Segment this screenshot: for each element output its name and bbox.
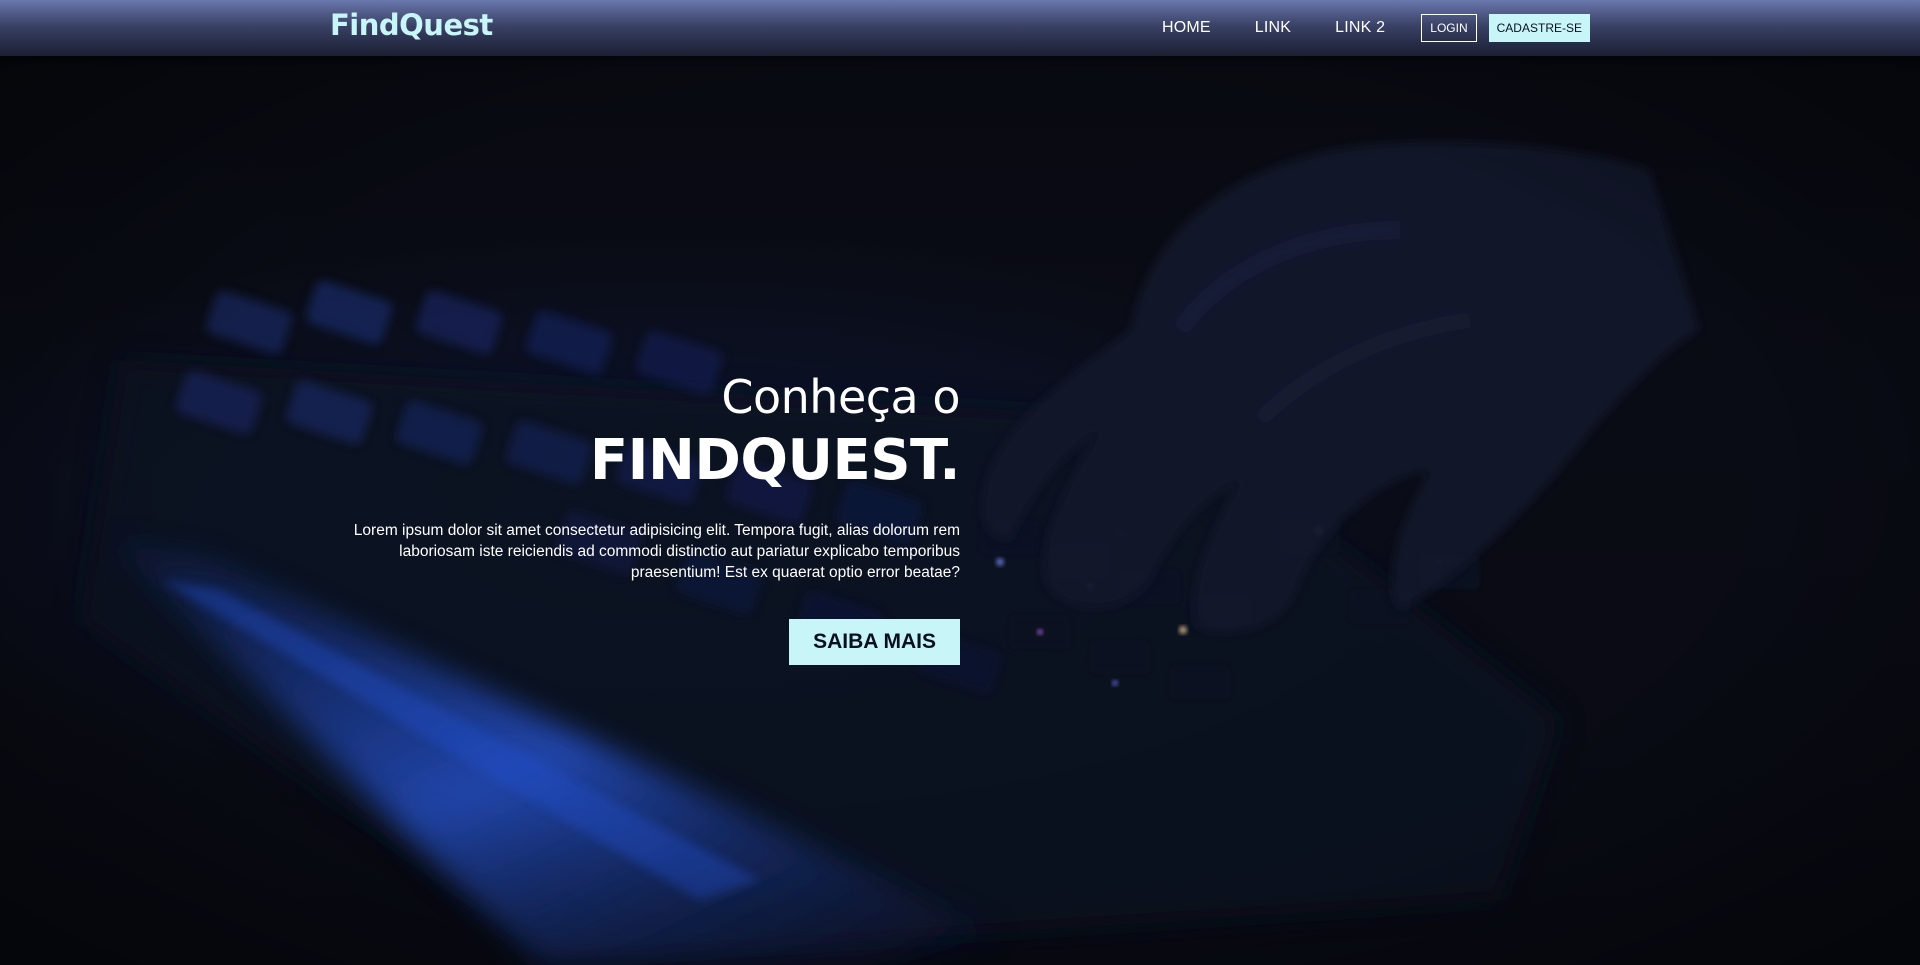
nav-link-home[interactable]: HOME — [1162, 19, 1211, 37]
signup-button[interactable]: CADASTRE-SE — [1488, 14, 1590, 42]
login-button[interactable]: LOGIN — [1421, 14, 1477, 42]
logo[interactable]: FindQuest — [330, 8, 493, 42]
nav-menu: HOME LINK LINK 2 LOGIN CADASTRE-SE — [1162, 14, 1590, 42]
hero-subtitle: Conheça o — [721, 370, 960, 424]
hero-title: FINDQUEST. — [589, 428, 961, 493]
saiba-mais-button[interactable]: SAIBA MAIS — [789, 618, 960, 665]
landing-page: FindQuest HOME LINK LINK 2 LOGIN CADASTR… — [0, 0, 1920, 965]
hero-description: Lorem ipsum dolor sit amet consectetur a… — [353, 522, 960, 581]
nav-link-link-2[interactable]: LINK 2 — [1335, 19, 1385, 37]
hero-background-image — [0, 0, 1920, 965]
hero-section: Conheça o FINDQUEST. Lorem ipsum dolor s… — [320, 368, 961, 665]
nav-link-link[interactable]: LINK — [1255, 19, 1291, 37]
keyboard-hand-illustration — [0, 0, 1920, 965]
top-navbar: FindQuest HOME LINK LINK 2 LOGIN CADASTR… — [0, 0, 1920, 56]
